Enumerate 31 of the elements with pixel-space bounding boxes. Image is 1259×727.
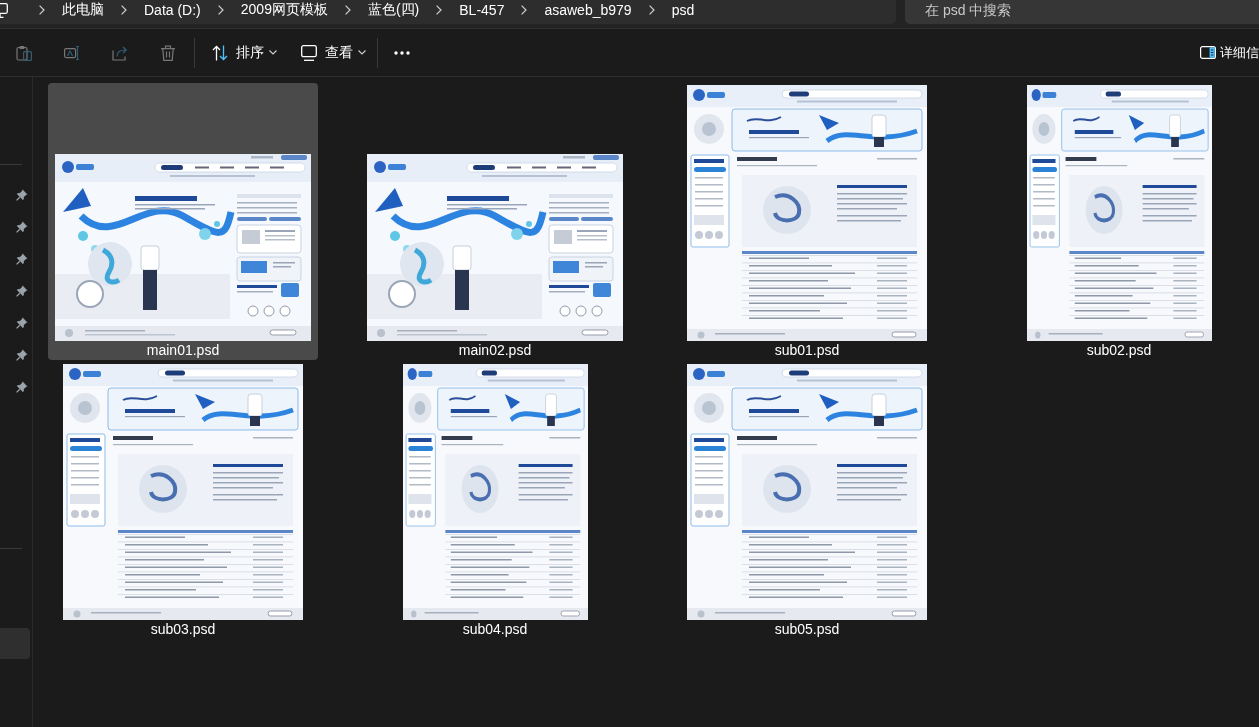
details-button[interactable]: 详细信 xyxy=(1200,34,1259,71)
view-menu-button[interactable]: 查看 xyxy=(289,34,378,71)
panel-icon xyxy=(1200,46,1216,59)
file-item[interactable]: sub01.psd xyxy=(672,83,942,360)
breadcrumb-item[interactable]: BL-457 xyxy=(451,0,513,22)
breadcrumb-item[interactable]: Data (D:) xyxy=(136,0,209,22)
up-down-arrows-icon xyxy=(212,44,228,61)
chevron-down-icon xyxy=(269,50,277,55)
breadcrumb-item[interactable]: asaweb_b979 xyxy=(536,0,640,22)
chevron-right-icon[interactable] xyxy=(217,5,224,15)
sort-menu-button[interactable]: 排序 xyxy=(200,34,289,71)
file-item[interactable]: sub03.psd xyxy=(48,362,318,639)
file-item[interactable]: main02.psd xyxy=(360,83,630,360)
breadcrumb-item[interactable]: 蓝色(四) xyxy=(359,0,428,22)
breadcrumb-item[interactable]: 2009网页模板 xyxy=(232,0,336,22)
chevron-down-icon xyxy=(358,50,366,55)
breadcrumb-item[interactable]: psd xyxy=(663,0,703,22)
file-item[interactable]: main01.psd xyxy=(48,83,318,360)
chevron-right-icon[interactable] xyxy=(521,5,528,15)
chevron-right-icon[interactable] xyxy=(344,5,351,15)
breadcrumb-item[interactable]: 此电脑 xyxy=(54,0,112,22)
chevron-right-icon[interactable] xyxy=(648,5,655,15)
search-field[interactable]: 在 psd 中搜索 xyxy=(905,0,1259,24)
chevron-right-icon[interactable] xyxy=(436,5,443,15)
file-item[interactable]: sub02.psd xyxy=(984,83,1254,360)
chevron-right-icon[interactable] xyxy=(39,5,45,15)
file-item[interactable]: sub05.psd xyxy=(672,362,942,639)
display-icon xyxy=(301,44,317,61)
file-item[interactable]: sub04.psd xyxy=(360,362,630,639)
chevron-right-icon[interactable] xyxy=(121,5,127,15)
more-icon[interactable] xyxy=(394,50,410,55)
